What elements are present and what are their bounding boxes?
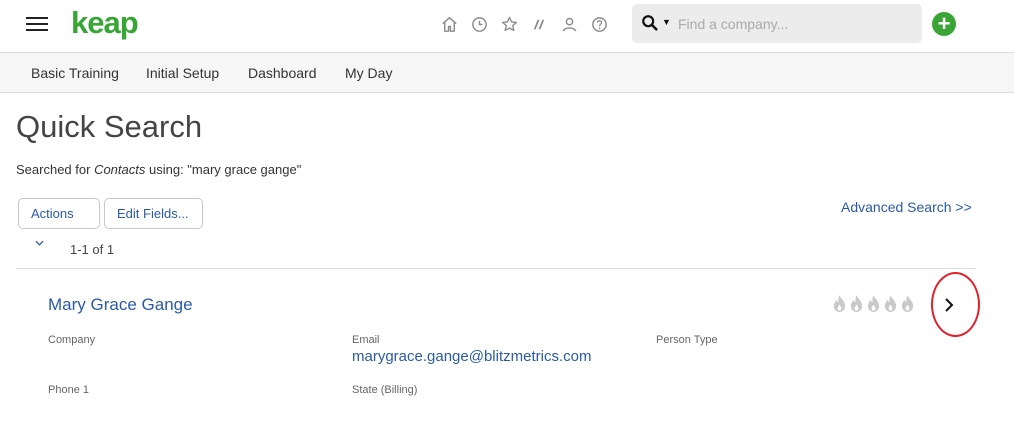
flame-icon <box>884 295 897 312</box>
clock-icon[interactable] <box>470 15 489 34</box>
lead-score <box>832 294 915 313</box>
search-summary-query: using: "mary grace gange" <box>149 162 302 177</box>
search-icon[interactable] <box>641 14 659 32</box>
nav-icons <box>440 13 609 35</box>
edit-fields-button[interactable]: Edit Fields... <box>104 198 203 229</box>
tab-basic-training[interactable]: Basic Training <box>31 65 119 81</box>
flame-icon <box>850 295 863 312</box>
top-bar: keap ▼ + <box>0 0 1014 53</box>
flame-icon <box>833 295 846 312</box>
pipeline-icon[interactable] <box>530 15 549 34</box>
tab-bar: Basic Training Initial Setup Dashboard M… <box>0 53 1014 93</box>
search-summary: Searched for Contacts using: "mary grace… <box>16 162 301 177</box>
flame-icon <box>867 295 880 312</box>
phone-label: Phone 1 <box>48 384 89 396</box>
menu-icon[interactable] <box>26 15 50 33</box>
email-label: Email <box>352 334 380 346</box>
star-icon[interactable] <box>500 15 519 34</box>
page-title: Quick Search <box>16 109 203 144</box>
tab-dashboard[interactable]: Dashboard <box>248 65 317 81</box>
tab-my-day[interactable]: My Day <box>345 65 392 81</box>
search-input[interactable] <box>678 10 914 37</box>
actions-button-label: Actions <box>31 206 74 221</box>
search-summary-prefix: Searched for <box>16 162 91 177</box>
contact-name-link[interactable]: Mary Grace Gange <box>48 295 193 315</box>
state-label: State (Billing) <box>352 384 418 396</box>
tab-initial-setup[interactable]: Initial Setup <box>146 65 219 81</box>
home-icon[interactable] <box>440 15 459 34</box>
keap-logo[interactable]: keap <box>71 5 139 41</box>
advanced-search-link[interactable]: Advanced Search >> <box>841 199 972 215</box>
search-type-dropdown-icon[interactable]: ▼ <box>662 17 671 27</box>
person-type-label: Person Type <box>656 334 718 346</box>
divider <box>16 268 976 269</box>
search-summary-entity: Contacts <box>94 162 146 177</box>
result-count: 1-1 of 1 <box>70 242 115 257</box>
flame-icon <box>901 295 914 312</box>
company-search: ▼ <box>632 4 922 43</box>
add-button[interactable]: + <box>932 12 956 36</box>
person-icon[interactable] <box>560 15 579 34</box>
chevron-down-icon <box>35 240 44 246</box>
email-link[interactable]: marygrace.gange@blitzmetrics.com <box>352 348 591 365</box>
highlight-annotation <box>931 272 980 337</box>
help-icon[interactable] <box>590 15 609 34</box>
actions-button[interactable]: Actions <box>18 198 100 246</box>
company-label: Company <box>48 334 96 346</box>
